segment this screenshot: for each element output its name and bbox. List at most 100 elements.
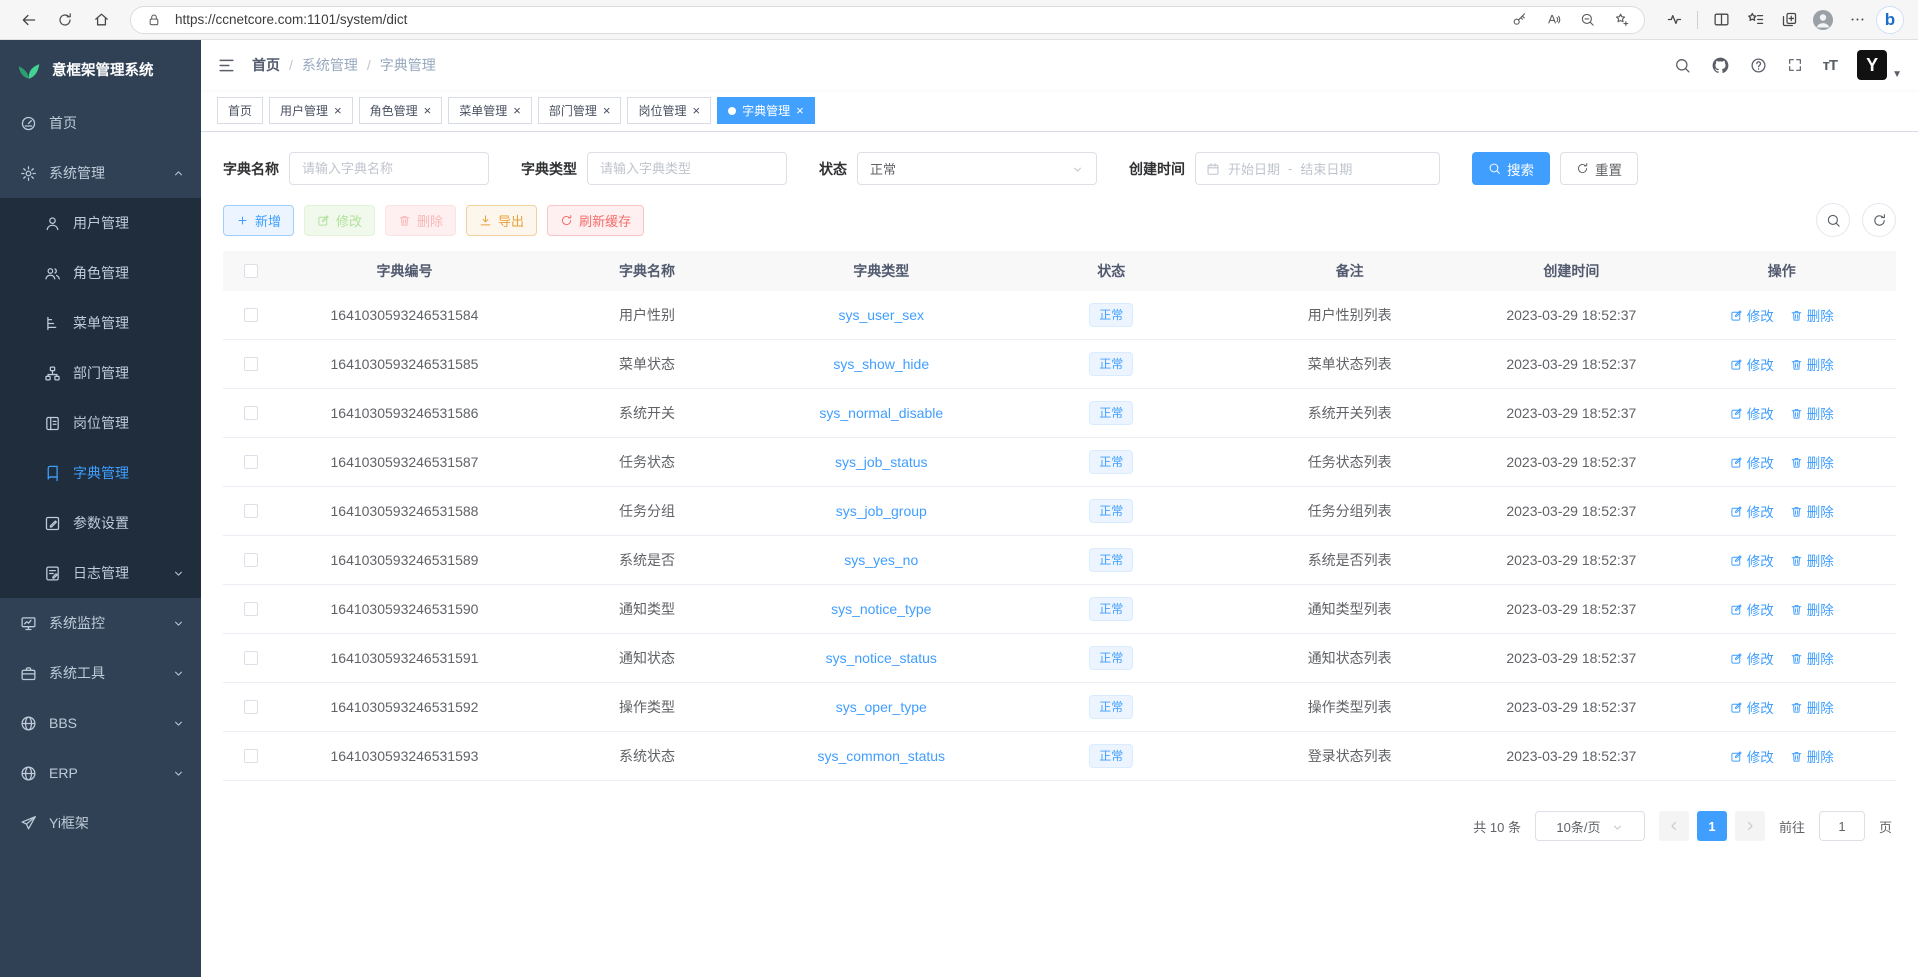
close-icon[interactable]: × [424, 104, 432, 117]
dict-type-link[interactable]: sys_job_status [835, 454, 928, 470]
date-range-picker[interactable]: 开始日期 - 结束日期 [1195, 152, 1440, 185]
sidebar-item-系统工具[interactable]: 系统工具 [0, 648, 201, 698]
edit-row-button[interactable]: 修改 [1730, 501, 1774, 521]
search-button[interactable]: 搜索 [1472, 152, 1550, 185]
refresh-table-button[interactable] [1862, 203, 1896, 237]
edit-row-button[interactable]: 修改 [1730, 452, 1774, 472]
edit-row-button[interactable]: 修改 [1730, 697, 1774, 717]
sidebar-item-ERP[interactable]: ERP [0, 748, 201, 798]
edit-row-button[interactable]: 修改 [1730, 648, 1774, 668]
delete-button[interactable]: 删除 [385, 205, 456, 236]
sidebar-item-系统监控[interactable]: 系统监控 [0, 598, 201, 648]
row-checkbox[interactable] [244, 749, 258, 763]
tab-菜单管理[interactable]: 菜单管理× [448, 97, 532, 124]
tab-角色管理[interactable]: 角色管理× [359, 97, 443, 124]
sidebar-item-部门管理[interactable]: 部门管理 [0, 348, 201, 398]
dict-type-link[interactable]: sys_notice_status [826, 650, 937, 666]
breadcrumb-system[interactable]: 系统管理 [302, 55, 358, 75]
address-bar[interactable]: https://ccnetcore.com:1101/system/dict [130, 6, 1645, 34]
hamburger-icon[interactable] [217, 56, 236, 75]
dict-type-link[interactable]: sys_show_hide [833, 356, 929, 372]
github-icon[interactable] [1711, 56, 1730, 75]
edit-row-button[interactable]: 修改 [1730, 354, 1774, 374]
dict-type-link[interactable]: sys_yes_no [844, 552, 918, 568]
delete-row-button[interactable]: 删除 [1790, 354, 1834, 374]
sidebar-item-首页[interactable]: 首页 [0, 98, 201, 148]
bing-chat-icon[interactable]: b [1876, 6, 1904, 34]
refresh-cache-button[interactable]: 刷新缓存 [547, 205, 644, 236]
favorites-bar-icon[interactable] [1740, 5, 1770, 35]
next-page-button[interactable] [1735, 811, 1765, 841]
close-icon[interactable]: × [603, 104, 611, 117]
select-all-checkbox[interactable] [244, 264, 258, 278]
collections-icon[interactable] [1774, 5, 1804, 35]
profile-avatar[interactable] [1808, 5, 1838, 35]
row-checkbox[interactable] [244, 308, 258, 322]
page-size-select[interactable]: 10条/页 [1535, 811, 1645, 841]
close-icon[interactable]: × [796, 104, 804, 117]
row-checkbox[interactable] [244, 357, 258, 371]
delete-row-button[interactable]: 删除 [1790, 697, 1834, 717]
add-favorite-star-icon[interactable] [1608, 8, 1634, 32]
help-icon[interactable] [1750, 57, 1767, 74]
sidebar-item-系统管理[interactable]: 系统管理 [0, 148, 201, 198]
row-checkbox[interactable] [244, 651, 258, 665]
browser-essentials-icon[interactable] [1659, 5, 1689, 35]
delete-row-button[interactable]: 删除 [1790, 599, 1834, 619]
prev-page-button[interactable] [1659, 811, 1689, 841]
dict-type-link[interactable]: sys_normal_disable [819, 405, 943, 421]
close-icon[interactable]: × [334, 104, 342, 117]
split-screen-icon[interactable] [1706, 5, 1736, 35]
close-icon[interactable]: × [513, 104, 521, 117]
url-text[interactable]: https://ccnetcore.com:1101/system/dict [175, 12, 1498, 27]
row-checkbox[interactable] [244, 455, 258, 469]
sidebar-item-用户管理[interactable]: 用户管理 [0, 198, 201, 248]
export-button[interactable]: 导出 [466, 205, 537, 236]
sidebar-item-菜单管理[interactable]: 菜单管理 [0, 298, 201, 348]
edit-row-button[interactable]: 修改 [1730, 746, 1774, 766]
delete-row-button[interactable]: 删除 [1790, 452, 1834, 472]
edit-button[interactable]: 修改 [304, 205, 375, 236]
tab-首页[interactable]: 首页 [217, 97, 263, 124]
delete-row-button[interactable]: 删除 [1790, 305, 1834, 325]
close-icon[interactable]: × [692, 104, 700, 117]
edit-row-button[interactable]: 修改 [1730, 403, 1774, 423]
reset-button[interactable]: 重置 [1560, 152, 1638, 185]
dict-type-link[interactable]: sys_user_sex [838, 307, 924, 323]
add-button[interactable]: 新增 [223, 205, 294, 236]
sidebar-item-BBS[interactable]: BBS [0, 698, 201, 748]
sidebar-item-字典管理[interactable]: 字典管理 [0, 448, 201, 498]
app-logo[interactable]: 意框架管理系统 [0, 40, 201, 98]
sidebar-item-日志管理[interactable]: 日志管理 [0, 548, 201, 598]
sidebar-item-角色管理[interactable]: 角色管理 [0, 248, 201, 298]
more-options-icon[interactable] [1842, 5, 1872, 35]
fullscreen-icon[interactable] [1787, 57, 1803, 73]
tab-部门管理[interactable]: 部门管理× [538, 97, 622, 124]
password-key-icon[interactable] [1506, 8, 1532, 32]
breadcrumb-home[interactable]: 首页 [252, 55, 280, 75]
delete-row-button[interactable]: 删除 [1790, 648, 1834, 668]
row-checkbox[interactable] [244, 504, 258, 518]
sidebar-item-Yi框架[interactable]: Yi框架 [0, 798, 201, 848]
header-search-icon[interactable] [1674, 57, 1691, 74]
sidebar-item-参数设置[interactable]: 参数设置 [0, 498, 201, 548]
goto-page-input[interactable] [1819, 811, 1865, 841]
browser-home-button[interactable] [86, 5, 116, 35]
delete-row-button[interactable]: 删除 [1790, 746, 1834, 766]
browser-reload-button[interactable] [50, 5, 80, 35]
row-checkbox[interactable] [244, 602, 258, 616]
dict-name-input[interactable] [289, 152, 489, 185]
edit-row-button[interactable]: 修改 [1730, 550, 1774, 570]
delete-row-button[interactable]: 删除 [1790, 550, 1834, 570]
read-aloud-icon[interactable] [1540, 8, 1566, 32]
status-select[interactable]: 正常 [857, 152, 1097, 185]
page-1-button[interactable]: 1 [1697, 811, 1727, 841]
edit-row-button[interactable]: 修改 [1730, 305, 1774, 325]
browser-back-button[interactable] [14, 5, 44, 35]
dict-type-link[interactable]: sys_common_status [817, 748, 945, 764]
delete-row-button[interactable]: 删除 [1790, 403, 1834, 423]
row-checkbox[interactable] [244, 406, 258, 420]
dict-type-link[interactable]: sys_job_group [836, 503, 927, 519]
user-avatar-menu[interactable]: Y ▼ [1857, 50, 1902, 80]
zoom-out-icon[interactable] [1574, 8, 1600, 32]
